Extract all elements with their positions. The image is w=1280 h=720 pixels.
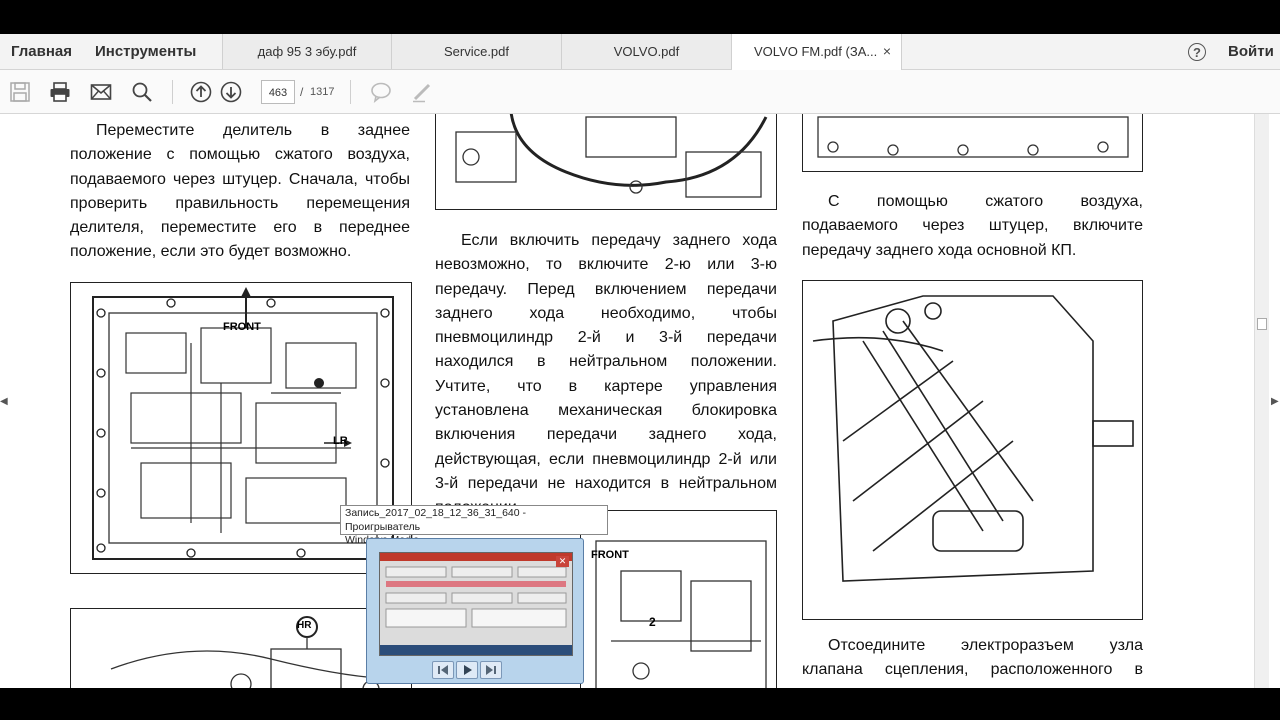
paragraph: Отсоедините электроразъем узла клапана с…: [802, 637, 1143, 688]
pen-icon[interactable]: [411, 81, 433, 103]
help-icon[interactable]: ?: [1188, 43, 1206, 61]
paragraph: Переместите делитель в заднее положение …: [70, 122, 410, 261]
page-down-icon[interactable]: [220, 81, 242, 103]
right-arrow-icon[interactable]: ▶: [1271, 396, 1279, 407]
front-label: FRONT: [223, 321, 261, 333]
menu-tools[interactable]: Инструменты: [95, 34, 196, 69]
page-separator: /: [300, 85, 304, 99]
paragraph: Если включить передачу заднего хода нево…: [435, 232, 777, 516]
save-icon[interactable]: [9, 81, 31, 103]
media-player-thumbnail[interactable]: ✕: [366, 538, 584, 684]
vertical-scrollbar[interactable]: [1254, 114, 1269, 688]
figure-gearbox-housing-bottom: FRONT 2: [580, 510, 777, 688]
tab-label: VOLVO.pdf: [613, 44, 680, 59]
login-button[interactable]: Войти: [1228, 34, 1274, 69]
tab-volvo[interactable]: VOLVO.pdf: [562, 34, 732, 69]
hr-label: HR: [297, 620, 312, 631]
close-icon[interactable]: ✕: [556, 556, 569, 567]
figure-housing-top-right: [802, 114, 1143, 172]
tab-label: Service.pdf: [443, 44, 510, 59]
close-icon[interactable]: ×: [883, 34, 891, 69]
bottom-black-bar: [0, 688, 1280, 720]
taskbar-tooltip: Запись_2017_02_18_12_36_31_640 - Проигры…: [340, 505, 608, 546]
toolbar-separator: [350, 80, 351, 104]
figure-gearbox-side: [802, 280, 1143, 620]
menu-home[interactable]: Главная: [11, 34, 72, 69]
page-total: 1317: [310, 86, 335, 98]
tab-label: даф 95 3 эбу.pdf: [257, 44, 357, 59]
tooltip-line: Запись_2017_02_18_12_36_31_640 - Проигры…: [345, 507, 527, 533]
front-label: FRONT: [591, 549, 629, 561]
top-black-bar: [0, 0, 1280, 34]
toolbar: 463 / 1317: [0, 70, 1280, 114]
tab-volvo-fm[interactable]: VOLVO FM.pdf (ЗА... ×: [732, 34, 902, 70]
page-up-icon[interactable]: [190, 81, 212, 103]
lr-label: LR: [333, 435, 348, 447]
figure-number-label: 2: [649, 615, 656, 629]
search-icon[interactable]: [131, 81, 153, 103]
column3-text: С помощью сжатого воздуха, подаваемого ч…: [802, 190, 1143, 263]
play-icon[interactable]: [456, 661, 478, 679]
next-icon[interactable]: [480, 661, 502, 679]
mail-icon[interactable]: [90, 81, 112, 103]
video-preview: [379, 552, 573, 656]
tab-label: VOLVO FM.pdf (ЗА...: [754, 44, 878, 59]
previous-icon[interactable]: [432, 661, 454, 679]
scrollbar-thumb[interactable]: [1257, 318, 1267, 330]
toolbar-separator: [172, 80, 173, 104]
comment-icon[interactable]: [370, 81, 392, 103]
document-view[interactable]: ◀ ▶ Переместите делитель в заднее положе…: [0, 114, 1280, 688]
tab-daf[interactable]: даф 95 3 эбу.pdf: [222, 34, 392, 69]
print-icon[interactable]: [49, 81, 71, 103]
column3-text2: Отсоедините электроразъем узла клапана с…: [802, 634, 1143, 688]
menu-tab-row: Главная Инструменты даф 95 3 эбу.pdf Ser…: [0, 34, 1280, 70]
paragraph: С помощью сжатого воздуха, подаваемого ч…: [802, 193, 1143, 259]
tab-service[interactable]: Service.pdf: [392, 34, 562, 69]
page-number-input[interactable]: 463: [261, 80, 295, 104]
column2-text: Если включить передачу заднего хода нево…: [435, 229, 777, 521]
figure-gearbox-hr: HR: [70, 608, 412, 688]
column1-text: Переместите делитель в заднее положение …: [70, 119, 410, 265]
figure-valve-housing: [435, 114, 777, 210]
left-arrow-icon[interactable]: ◀: [0, 396, 8, 407]
